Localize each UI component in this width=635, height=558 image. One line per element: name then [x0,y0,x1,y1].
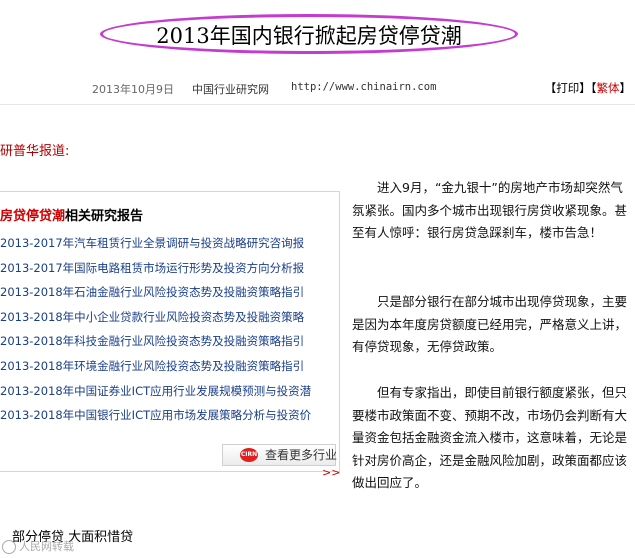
more-arrow-link[interactable]: >> [322,466,340,479]
source-url: http://www.chinairn.com [291,81,437,93]
report-link[interactable]: 2013-2018年环境金融行业风险投资态势及投融资策略指引 [0,354,336,379]
related-reports-list: 2013-2017年汽车租赁行业全景调研与投资战略研究咨询报 2013-2017… [0,231,336,428]
report-link[interactable]: 2013-2018年中国银行业ICT应用市场发展策略分析与投资价 [0,403,336,428]
view-more-label: 查看更多行业 [265,448,338,462]
header-divider [0,104,635,105]
related-reports-title-rest: 相关研究报告 [65,209,144,224]
related-reports-title: 房贷停贷潮相关研究报告 [0,205,143,224]
intro-label: 研普华报道: [0,144,70,159]
report-link[interactable]: 2013-2017年汽车租赁行业全景调研与投资战略研究咨询报 [0,231,336,256]
report-link[interactable]: 2013-2018年中国证券业ICT应用行业发展规模预测与投资潜 [0,379,336,404]
related-reports-title-highlight[interactable]: 房贷停贷潮 [0,209,65,224]
print-link[interactable]: 打印 [556,81,579,95]
source-name: 中国行业研究网 [192,83,269,96]
watermark: 人民网转载 [2,538,74,554]
report-link[interactable]: 2013-2018年中小企业贷款行业风险投资态势及投融资策略 [0,305,336,330]
watermark-logo-icon [2,540,16,554]
article-paragraph: 但有专家指出，即使目前银行额度紧张，但只要楼市政策面不变、预期不改，市场仍会判断… [352,385,628,490]
publish-date: 2013年10月9日 [92,83,174,96]
article-paragraph: 进入9月，“金九银十”的房地产市场却突然气氛紧张。国内多个城市出现银行房贷收紧现… [352,180,628,240]
title-area: 2013年国内银行掀起房贷停贷潮 [100,14,520,56]
report-link[interactable]: 2013-2017年国际电路租赁市场运行形势及投资方向分析报 [0,256,336,281]
report-link[interactable]: 2013-2018年石油金融行业风险投资态势及投融资策略指引 [0,280,336,305]
traditional-chinese-link[interactable]: 繁体 [597,81,620,95]
article-paragraph: 只是部分银行在部分城市出现停贷现象，主要是因为本年度房贷额度已经用完，严格意义上… [352,294,628,354]
report-link[interactable]: 2013-2018年科技金融行业风险投资态势及投融资策略指引 [0,329,336,354]
page-title: 2013年国内银行掀起房贷停贷潮 [156,24,462,48]
watermark-text: 人民网转载 [19,540,74,553]
print-links: 【打印】【繁体】 [544,81,631,95]
cirn-logo-icon: CIRN [240,448,258,462]
